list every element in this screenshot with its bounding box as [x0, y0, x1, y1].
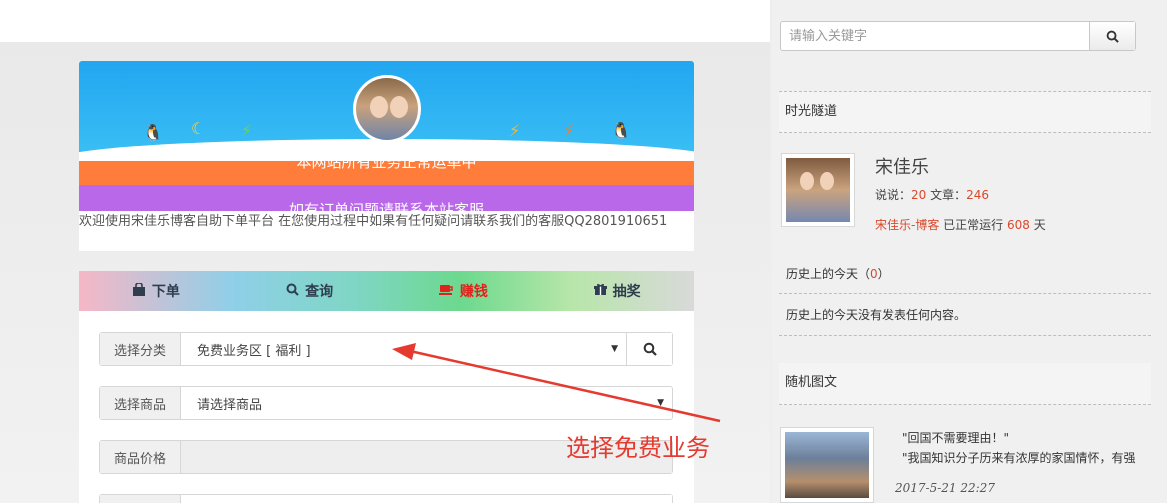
- extra-row: [99, 494, 673, 503]
- caret-down-icon: ▼: [657, 398, 664, 408]
- notice-text: 本网站所有业务正常运单中: [296, 161, 477, 171]
- category-select[interactable]: 免费业务区 [ 福利 ] ▼: [181, 333, 626, 365]
- author-name[interactable]: 宋佳乐: [875, 153, 929, 179]
- widget-time-tunnel: 时光隧道: [779, 91, 1151, 133]
- divider: [779, 335, 1151, 336]
- search-input[interactable]: [781, 22, 1089, 50]
- banner-avatar: [353, 75, 421, 143]
- notice-text: 如有订单问题请联系本站客服: [288, 201, 484, 211]
- order-panel: 下单 查询 赚钱 抽奖 选择分类 免费业务区 [ 福利 ] ▼ 选择商品 请选择…: [79, 271, 694, 503]
- history-title: 历史上的今天（0）: [786, 267, 890, 281]
- product-row: 选择商品 请选择商品 ▼: [99, 386, 673, 420]
- post-excerpt: "我国知识分子历来有浓厚的家国情怀，有强: [902, 451, 1136, 465]
- widget-title: 时光隧道: [785, 104, 838, 119]
- search-icon: [643, 342, 657, 356]
- coffee-cup-icon: [438, 283, 454, 300]
- widget-title: 随机图文: [785, 375, 838, 390]
- tab-label: 下单: [151, 284, 180, 300]
- tab-bar: 下单 查询 赚钱 抽奖: [79, 271, 694, 311]
- tab-lottery[interactable]: 抽奖: [540, 271, 694, 311]
- price-label: 商品价格: [100, 441, 181, 473]
- lightning-icon: ⚡: [563, 121, 575, 140]
- running-days: 宋佳乐-博客 已正常运行 608 天: [875, 218, 1046, 232]
- search-icon: [1106, 30, 1119, 43]
- tab-label: 抽奖: [612, 284, 641, 300]
- caret-down-icon: ▼: [611, 344, 618, 354]
- tab-label: 赚钱: [459, 284, 488, 300]
- notice-strip-purple: 如有订单问题请联系本站客服: [79, 185, 694, 211]
- search-icon: [286, 283, 299, 300]
- product-value: 请选择商品: [197, 397, 263, 413]
- author-avatar[interactable]: [781, 153, 855, 227]
- history-empty: 历史上的今天没有发表任何内容。: [786, 308, 967, 322]
- annotation-text: 选择免费业务: [566, 434, 710, 462]
- category-search-button[interactable]: [626, 333, 672, 365]
- qq-penguin-icon: 🐧: [143, 123, 163, 142]
- sidebar-search: [780, 21, 1136, 51]
- category-label: 选择分类: [100, 333, 181, 365]
- qq-penguin-icon: 🐧: [611, 121, 631, 140]
- post-date: 2017-5-21 22:27: [895, 481, 995, 495]
- product-select[interactable]: 请选择商品 ▼: [181, 387, 672, 419]
- extra-label: [100, 495, 181, 503]
- shopping-bag-icon: [132, 281, 146, 300]
- blog-link[interactable]: 宋佳乐-博客: [875, 218, 939, 232]
- gift-icon: [593, 283, 607, 300]
- tab-order[interactable]: 下单: [79, 271, 233, 311]
- lightning-icon: ⚡: [509, 121, 521, 140]
- tab-label: 查询: [305, 284, 334, 300]
- product-label: 选择商品: [100, 387, 181, 419]
- post-thumbnail[interactable]: [780, 427, 874, 503]
- top-bar: [0, 0, 770, 42]
- extra-field[interactable]: [181, 495, 672, 503]
- tab-query[interactable]: 查询: [233, 271, 387, 311]
- welcome-text: 欢迎使用宋佳乐博客自助下单平台 在您使用过程中如果有任何疑问请联系我们的客服QQ…: [79, 211, 694, 251]
- notice-strip-orange: 本网站所有业务正常运单中: [79, 161, 694, 185]
- moon-icon: ☾: [191, 119, 206, 138]
- widget-random-posts: 随机图文: [779, 363, 1151, 405]
- category-value: 免费业务区 [ 福利 ]: [197, 343, 311, 359]
- category-row: 选择分类 免费业务区 [ 福利 ] ▼: [99, 332, 673, 366]
- search-button[interactable]: [1089, 22, 1135, 50]
- post-title[interactable]: "回国不需要理由！": [902, 429, 1009, 446]
- author-stats: 说说：20 文章：246: [875, 188, 990, 202]
- lightning-icon: ⚡: [241, 121, 253, 140]
- divider: [779, 293, 1151, 294]
- tab-earn[interactable]: 赚钱: [387, 271, 541, 311]
